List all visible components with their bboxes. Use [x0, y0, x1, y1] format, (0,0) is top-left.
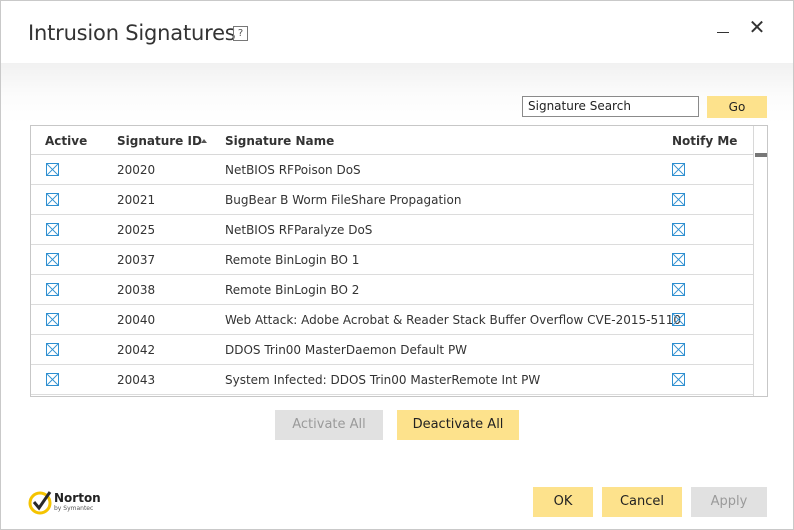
table-row[interactable]: 20021 BugBear B Worm FileShare Propagati… — [31, 185, 753, 215]
signature-name: NetBIOS RFParalyze DoS — [225, 223, 373, 237]
active-checkbox[interactable] — [46, 283, 59, 296]
notify-checkbox[interactable] — [672, 343, 685, 356]
signature-id: 20037 — [117, 253, 156, 267]
signature-name: BugBear B Worm FileShare Propagation — [225, 193, 462, 207]
ok-button[interactable]: OK — [533, 487, 593, 517]
signature-name: DDOS Trin00 MasterDaemon Default PW — [225, 343, 468, 357]
notify-checkbox[interactable] — [672, 223, 685, 236]
column-header-notify-me[interactable]: Notify Me — [672, 134, 737, 148]
table-row[interactable]: 20025 NetBIOS RFParalyze DoS — [31, 215, 753, 245]
help-icon[interactable]: ? — [233, 26, 248, 41]
notify-checkbox[interactable] — [672, 163, 685, 176]
active-checkbox[interactable] — [46, 223, 59, 236]
table-row[interactable]: 20038 Remote BinLogin BO 2 — [31, 275, 753, 305]
signature-name: NetBIOS RFPoison DoS — [225, 163, 361, 177]
active-checkbox[interactable] — [46, 313, 59, 326]
signatures-table: Active Signature ID Signature Name Notif… — [30, 125, 768, 397]
dialog-title: Intrusion Signatures — [28, 21, 236, 45]
signature-name: Web Attack: Adobe Acrobat & Reader Stack… — [225, 313, 682, 327]
signature-id: 20025 — [117, 223, 156, 237]
sort-ascending-icon — [201, 139, 207, 143]
column-header-active[interactable]: Active — [45, 134, 87, 148]
signature-id: 20043 — [117, 373, 156, 387]
active-checkbox[interactable] — [46, 373, 59, 386]
notify-checkbox[interactable] — [672, 283, 685, 296]
table-header: Active Signature ID Signature Name Notif… — [31, 126, 753, 155]
notify-checkbox[interactable] — [672, 373, 685, 386]
deactivate-all-button[interactable]: Deactivate All — [397, 410, 519, 440]
scrollbar-thumb[interactable] — [755, 153, 767, 157]
minimize-icon[interactable] — [716, 23, 731, 37]
signature-search-input[interactable] — [522, 96, 699, 117]
table-scrollbar[interactable] — [753, 126, 767, 396]
logo-sub-text: by Symantec — [54, 505, 94, 512]
active-checkbox[interactable] — [46, 163, 59, 176]
signature-name: Remote BinLogin BO 1 — [225, 253, 360, 267]
active-checkbox[interactable] — [46, 343, 59, 356]
norton-check-icon — [28, 491, 52, 515]
notify-checkbox[interactable] — [672, 193, 685, 206]
intrusion-signatures-dialog: Intrusion Signatures ? ✕ Go Active Signa… — [0, 0, 794, 530]
dialog-header: Intrusion Signatures ? ✕ — [1, 1, 793, 63]
cancel-button[interactable]: Cancel — [602, 487, 682, 517]
signature-id: 20040 — [117, 313, 156, 327]
signature-name: System Infected: DDOS Trin00 MasterRemot… — [225, 373, 541, 387]
logo-brand-text: Norton — [54, 491, 101, 505]
notify-checkbox[interactable] — [672, 253, 685, 266]
column-header-signature-id[interactable]: Signature ID — [117, 134, 202, 148]
apply-button[interactable]: Apply — [691, 487, 767, 517]
close-icon[interactable]: ✕ — [747, 15, 767, 39]
table-row[interactable]: 20037 Remote BinLogin BO 1 — [31, 245, 753, 275]
table-row[interactable]: 20020 NetBIOS RFPoison DoS — [31, 155, 753, 185]
signature-id: 20021 — [117, 193, 156, 207]
signature-id: 20020 — [117, 163, 156, 177]
column-header-signature-name[interactable]: Signature Name — [225, 134, 334, 148]
active-checkbox[interactable] — [46, 253, 59, 266]
table-row[interactable]: 20040 Web Attack: Adobe Acrobat & Reader… — [31, 305, 753, 335]
activate-all-button[interactable]: Activate All — [275, 410, 383, 440]
active-checkbox[interactable] — [46, 193, 59, 206]
table-row[interactable]: 20042 DDOS Trin00 MasterDaemon Default P… — [31, 335, 753, 365]
signature-id: 20042 — [117, 343, 156, 357]
notify-checkbox[interactable] — [672, 313, 685, 326]
norton-logo: Norton by Symantec — [28, 488, 118, 520]
signature-id: 20038 — [117, 283, 156, 297]
go-button[interactable]: Go — [707, 96, 767, 118]
table-row[interactable]: 20043 System Infected: DDOS Trin00 Maste… — [31, 365, 753, 395]
signature-name: Remote BinLogin BO 2 — [225, 283, 360, 297]
